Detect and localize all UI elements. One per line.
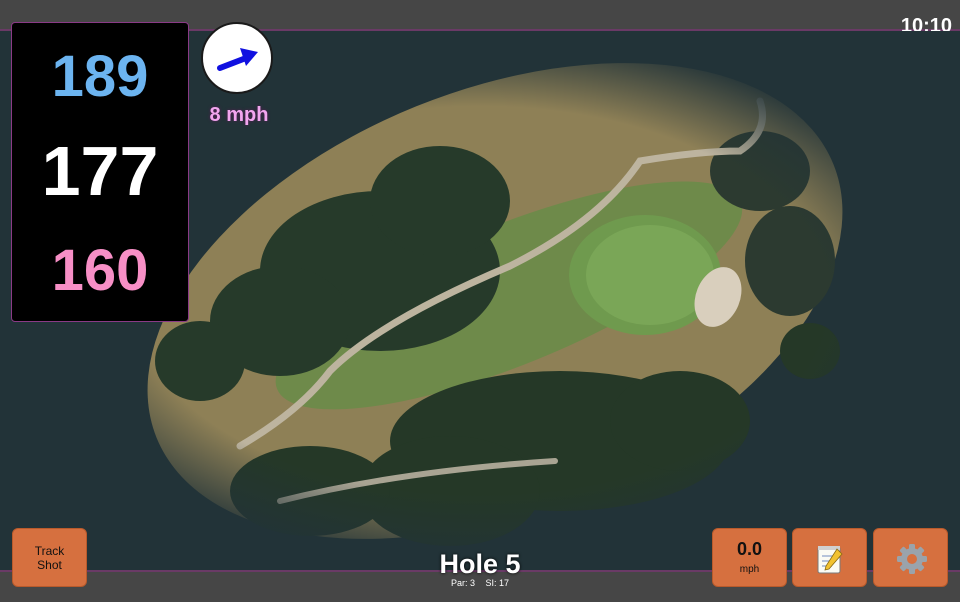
speed-button[interactable]: 0.0 mph bbox=[712, 528, 787, 587]
track-shot-button[interactable]: Track Shot bbox=[12, 528, 87, 587]
track-shot-label-line1: Track bbox=[34, 544, 65, 558]
back-distance: 189 bbox=[51, 44, 149, 109]
hole-title: Hole 5 bbox=[439, 549, 521, 579]
middle-distance: 177 bbox=[41, 132, 159, 210]
wind-speed: 8 mph bbox=[209, 104, 269, 126]
hole-stroke-index: SI: 17 bbox=[485, 578, 510, 588]
scorecard-notes-button[interactable] bbox=[792, 528, 867, 587]
hole-info: Par: 3 SI: 17 bbox=[380, 578, 580, 588]
track-shot-label-line2: Shot bbox=[37, 558, 62, 572]
hole-par: Par: 3 bbox=[450, 578, 475, 588]
notepad-icon bbox=[817, 546, 843, 574]
speed-unit: mph bbox=[739, 564, 760, 575]
wind-direction-arrow-icon bbox=[217, 48, 258, 71]
front-distance: 160 bbox=[51, 238, 149, 303]
speed-value: 0.0 bbox=[736, 539, 763, 559]
distance-panel: 189 177 160 bbox=[11, 22, 189, 322]
settings-button[interactable] bbox=[873, 528, 948, 587]
gear-icon bbox=[897, 544, 927, 574]
wind-indicator bbox=[201, 22, 273, 94]
